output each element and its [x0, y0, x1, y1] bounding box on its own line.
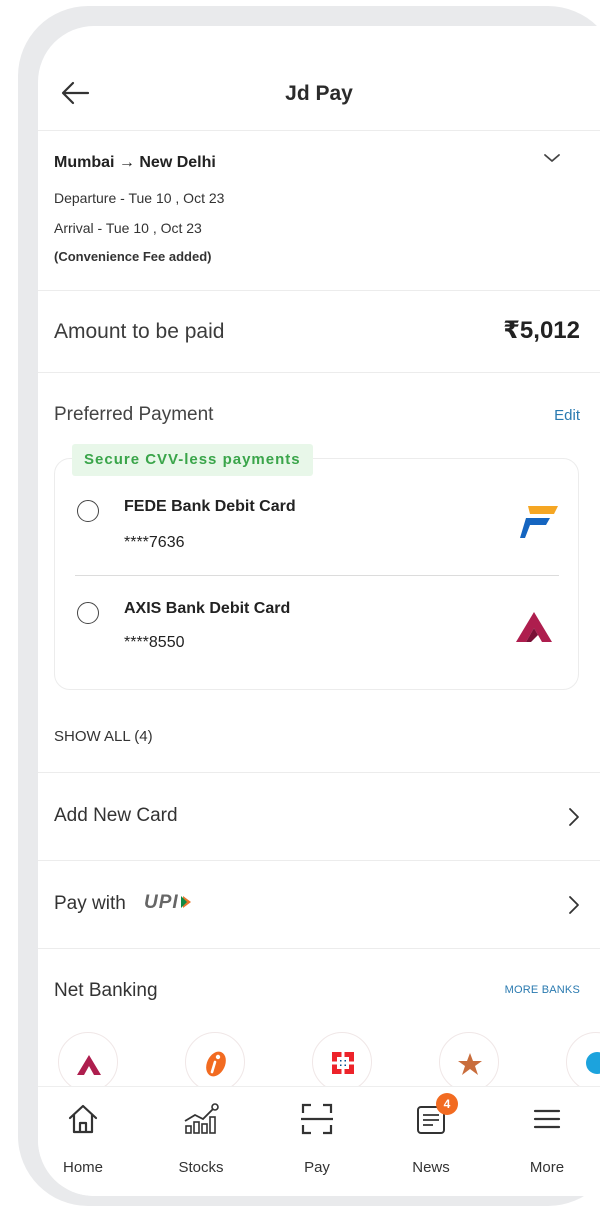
chevron-right-icon	[569, 808, 579, 826]
route-to: New Delhi	[139, 154, 216, 171]
header-divider	[38, 130, 600, 131]
edit-link[interactable]: Edit	[554, 407, 580, 424]
card-name: AXIS Bank Debit Card	[124, 600, 291, 617]
card-radio[interactable]	[77, 602, 99, 624]
upi-logo-text: UPI	[144, 892, 179, 913]
tab-label: Home	[62, 1159, 103, 1176]
card-number: ****8550	[124, 634, 185, 651]
screen: Jd Pay Mumbai → New Delhi Departure - Tu…	[38, 26, 600, 1196]
add-new-card-label: Add New Card	[54, 805, 178, 826]
stocks-icon	[184, 1103, 219, 1134]
amount-label: Amount to be paid	[54, 320, 225, 343]
preferred-payment-label: Preferred Payment	[54, 404, 214, 425]
home-icon	[68, 1104, 98, 1134]
card-divider	[75, 575, 559, 576]
upi-logo: UPI	[144, 892, 193, 914]
upi-arrow-icon	[180, 896, 191, 908]
chevron-down-icon[interactable]	[542, 151, 562, 165]
fee-note: (Convenience Fee added)	[54, 249, 212, 264]
page-title: Jd Pay	[285, 82, 353, 105]
saved-card-federal[interactable]: FEDE Bank Debit Card ****7636	[38, 488, 600, 578]
tab-news[interactable]: 4 News	[376, 1087, 486, 1196]
amount-divider	[38, 372, 600, 373]
amount-value: ₹5,012	[503, 317, 580, 344]
route-from: Mumbai	[54, 154, 115, 171]
card-radio[interactable]	[77, 500, 99, 522]
news-count-badge: 4	[436, 1093, 458, 1115]
axis-bank-logo-icon	[516, 612, 552, 642]
tab-label: Pay	[304, 1159, 330, 1176]
pay-with-label: Pay with	[54, 893, 126, 914]
card-number: ****7636	[124, 534, 185, 551]
tab-pay[interactable]: Pay	[262, 1087, 372, 1196]
card-name: FEDE Bank Debit Card	[124, 498, 296, 515]
kotak-bank-icon[interactable]	[439, 1032, 499, 1092]
trip-divider	[38, 290, 600, 291]
show-all-link[interactable]: SHOW ALL (4)	[54, 728, 153, 745]
tab-stocks[interactable]: Stocks	[146, 1087, 256, 1196]
bottom-tab-bar: Home Stocks Pay 4 News More	[38, 1086, 600, 1196]
add-new-card-row[interactable]: Add New Card	[38, 773, 600, 859]
route-arrow: →	[118, 154, 135, 171]
menu-icon	[533, 1109, 561, 1129]
arrival-text: Arrival - Tue 10 , Oct 23	[54, 220, 202, 236]
saved-card-axis[interactable]: AXIS Bank Debit Card ****8550	[38, 590, 600, 680]
chevron-right-icon	[569, 896, 579, 914]
other-bank-icon[interactable]	[566, 1032, 600, 1092]
upi-divider	[38, 948, 600, 949]
tab-home[interactable]: Home	[38, 1087, 138, 1196]
icici-bank-icon[interactable]	[185, 1032, 245, 1092]
net-banking-label: Net Banking	[54, 980, 158, 1001]
federal-bank-logo-icon	[520, 506, 558, 538]
trip-route: Mumbai → New Delhi	[54, 154, 216, 172]
tab-label: Stocks	[178, 1159, 224, 1176]
departure-text: Departure - Tue 10 , Oct 23	[54, 190, 225, 206]
scan-icon	[301, 1103, 333, 1135]
more-banks-link[interactable]: MORE BANKS	[505, 984, 580, 996]
tab-label: More	[529, 1159, 565, 1176]
hdfc-bank-icon[interactable]	[312, 1032, 372, 1092]
secure-cvv-badge: Secure CVV-less payments	[72, 444, 313, 476]
tab-label: News	[412, 1159, 450, 1176]
pay-with-upi-row[interactable]: Pay with UPI	[38, 861, 600, 947]
tab-more[interactable]: More	[492, 1087, 600, 1196]
axis-bank-icon[interactable]	[58, 1032, 118, 1092]
